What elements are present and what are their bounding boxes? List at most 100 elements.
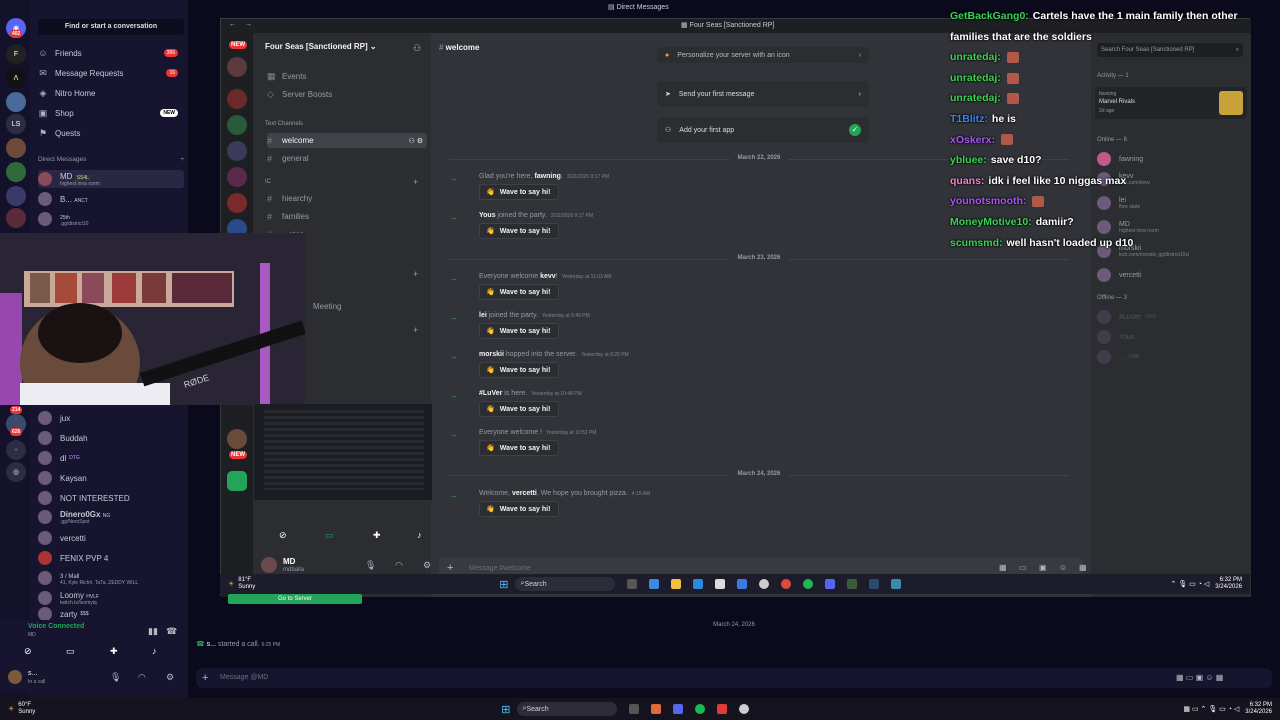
settings-gear-icon[interactable]: ⚙	[166, 672, 174, 683]
onboarding-icon-card[interactable]: ● Personalize your server with an icon ›	[657, 47, 869, 63]
nav-quests[interactable]: ⚑ Quests	[38, 125, 178, 141]
user-avatar[interactable]	[261, 557, 277, 573]
member-item[interactable]: ... DRB	[1097, 349, 1247, 365]
spotify-icon[interactable]	[694, 704, 705, 714]
category-ic[interactable]: IC	[265, 179, 271, 185]
wave-button[interactable]: 👋 Wave to say hi!	[479, 323, 560, 339]
find-conversation-input[interactable]: Find or start a conversation	[38, 19, 184, 35]
dm-item[interactable]: dl DTG	[38, 449, 184, 467]
task-view-icon[interactable]	[626, 579, 637, 589]
server-icon[interactable]	[227, 429, 247, 449]
server-icon[interactable]	[227, 115, 247, 135]
mail-app-icon[interactable]	[736, 579, 747, 589]
activities-icon[interactable]: ✚	[373, 530, 381, 541]
channel-welcome[interactable]: # welcome ⚇ ⚙	[267, 133, 427, 148]
disconnect-icon[interactable]: ☎	[166, 626, 177, 637]
task-view-icon[interactable]	[628, 704, 639, 714]
app-icon[interactable]	[890, 579, 901, 589]
gift-icon[interactable]: ▦ ▭ ▣ ☺ ▦	[1176, 673, 1223, 682]
nav-shop[interactable]: ▣ Shop NEW	[38, 105, 178, 121]
dm-item[interactable]: 25th .gg/district10	[38, 210, 184, 228]
taskbar-search[interactable]: ⌕ Search	[514, 577, 615, 591]
forward-arrow-icon[interactable]: →	[245, 21, 252, 28]
adobe-icon[interactable]	[716, 704, 727, 714]
outer-message-input[interactable]: Message @MD	[220, 674, 268, 681]
mic-icon[interactable]: 🎙	[365, 560, 376, 571]
server-icon[interactable]: F	[6, 44, 26, 64]
taskbar-search[interactable]: ⌕ Search	[516, 702, 617, 716]
headset-icon[interactable]: ◠	[138, 672, 146, 683]
server-icon[interactable]: LS	[6, 114, 26, 134]
tray-icons[interactable]: ▦ ▭ ⌃ 🎙 ▭ ◔ ◁	[1183, 705, 1239, 713]
dm-item[interactable]: Buddah	[38, 429, 184, 447]
category-text-channels[interactable]: Text Channels	[265, 121, 303, 127]
spotify-icon[interactable]	[802, 579, 813, 589]
screen-share-icon[interactable]: ▭	[66, 646, 75, 657]
dm-item[interactable]: jux	[38, 409, 184, 427]
wave-button[interactable]: 👋 Wave to say hi!	[479, 501, 560, 517]
dm-item[interactable]: Dinero0Gx NG .gg/NeroSpot	[38, 508, 184, 526]
server-icon[interactable]	[227, 193, 247, 213]
add-attachment-icon[interactable]: +	[202, 672, 208, 684]
channel-hiearchy[interactable]: # hiearchy	[267, 191, 427, 206]
camera-off-icon[interactable]: ⊘	[279, 530, 287, 541]
nav-message-requests[interactable]: ✉ Message Requests 16	[38, 65, 178, 81]
server-icon[interactable]	[227, 471, 247, 491]
channel-boosts[interactable]: ◇ Server Boosts	[267, 87, 427, 102]
add-channel-icon[interactable]: +	[413, 177, 418, 187]
add-attachment-icon[interactable]: +	[447, 562, 453, 574]
obs-icon[interactable]	[738, 704, 749, 714]
server-icon[interactable]	[6, 138, 26, 158]
windows-start-icon[interactable]: ⊞	[501, 703, 510, 716]
add-member-icon[interactable]: ⚇	[413, 43, 421, 54]
emoji-icon[interactable]: ☺	[1059, 563, 1067, 572]
chrome-icon[interactable]	[780, 579, 791, 589]
soundboard-icon[interactable]: ♪	[417, 530, 422, 540]
add-server-icon[interactable]: +	[6, 440, 26, 460]
sticker-icon[interactable]: ▣	[1039, 563, 1047, 572]
dm-item[interactable]: B... ANCT	[38, 190, 184, 208]
server-icon[interactable]	[6, 162, 26, 182]
discord-icon[interactable]	[672, 704, 683, 714]
discord-icon[interactable]	[824, 579, 835, 589]
wave-button[interactable]: 👋 Wave to say hi!	[479, 184, 560, 200]
wave-button[interactable]: 👋 Wave to say hi!	[479, 362, 560, 378]
dm-item[interactable]: MD SS4L highest inna room	[38, 170, 184, 188]
soundboard-icon[interactable]: ♪	[152, 646, 157, 656]
server-icon[interactable]	[227, 167, 247, 187]
activities-icon[interactable]: ✚	[110, 646, 118, 657]
edge-icon[interactable]	[692, 579, 703, 589]
add-channel-icon[interactable]: +	[413, 269, 418, 279]
settings-gear-icon[interactable]: ⚙	[423, 560, 431, 571]
channel-general[interactable]: # general	[267, 151, 427, 166]
dm-item[interactable]: FENIX PVP 4	[38, 549, 184, 567]
member-item[interactable]: #LuVer OVO	[1097, 309, 1247, 325]
dm-item[interactable]: 3 / Mall 41, Kyle Richh, TaTa, ZEDDY WILL	[38, 569, 184, 587]
add-channel-icon[interactable]: +	[413, 325, 418, 335]
gift-icon[interactable]: ▦	[999, 563, 1007, 572]
channel-events[interactable]: ▦ Events	[267, 69, 427, 84]
dm-item[interactable]: NOT INTERESTED	[38, 489, 184, 507]
member-item[interactable]: vercetti	[1097, 267, 1247, 283]
go-to-server-button[interactable]: Go to Server	[228, 594, 362, 604]
server-icon[interactable]	[227, 89, 247, 109]
server-icon[interactable]	[6, 208, 26, 228]
wave-button[interactable]: 👋 Wave to say hi!	[479, 223, 560, 239]
obs-icon[interactable]	[758, 579, 769, 589]
mic-icon[interactable]: 🎙	[110, 672, 121, 683]
nav-nitro[interactable]: ◈ Nitro Home	[38, 85, 178, 101]
camera-off-icon[interactable]: ⊘	[24, 646, 32, 657]
server-icon[interactable]	[6, 92, 26, 112]
back-arrow-icon[interactable]: ←	[229, 21, 236, 28]
wave-button[interactable]: 👋 Wave to say hi!	[479, 440, 560, 456]
server-icon[interactable]	[227, 57, 247, 77]
onboarding-app-card[interactable]: ⚇ Add your first app ✓	[657, 117, 869, 143]
nav-friends[interactable]: ☺ Friends 386	[38, 45, 178, 61]
server-icon[interactable]: Λ	[6, 68, 26, 88]
headset-icon[interactable]: ◠	[395, 560, 403, 571]
app-icon[interactable]	[846, 579, 857, 589]
server-name[interactable]: Four Seas [Sanctioned RP] ⌄	[265, 42, 377, 51]
dm-item[interactable]: vercetti	[38, 529, 184, 547]
settings-gear-icon[interactable]: ⚇ ⚙	[409, 137, 424, 145]
onboarding-message-card[interactable]: ➤ Send your first message ›	[657, 81, 869, 107]
